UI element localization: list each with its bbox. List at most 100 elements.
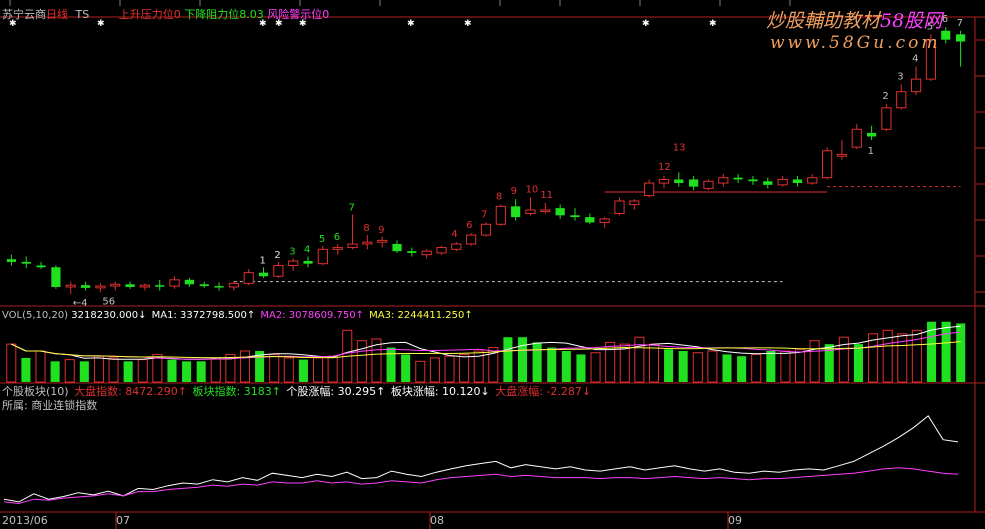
volume-bar-down — [182, 361, 192, 382]
count-label-early: 9 — [378, 225, 384, 236]
sector-gain-line — [3, 467, 959, 505]
count-label-mid: 10 — [525, 184, 538, 195]
volume-bar-down — [79, 361, 89, 382]
volume-bar-up — [692, 352, 703, 383]
vol-ma1: MA1: 3372798.500↑ — [151, 310, 256, 321]
indicator-down-resistance: 下降阻力位8.03 — [184, 8, 264, 21]
candle-body-up — [228, 282, 239, 288]
volume-bar-down — [576, 354, 586, 382]
vol-label[interactable]: VOL(5,10,20) — [2, 310, 68, 321]
volume-bar-down — [941, 321, 951, 382]
volume-bar-down — [503, 337, 513, 382]
candle-body-up — [822, 150, 833, 179]
count-label-mid: 4 — [451, 229, 457, 240]
signal-star: ✱ — [464, 19, 472, 29]
kline-chart-window[interactable]: ✱ ✱ ✱ ✱ ✱ ✱ ✱ ✱ ✱ 1 2 3 4 5 6 7 8 9 4 6 7 8 9 10 11 12 13 1 2 3 4 5 6 7 ←4… — [0, 0, 985, 529]
low-count-label: ←4 — [73, 298, 88, 309]
sector-header: 个股板块(10) 大盘指数: 8472.290↑ 板块指数: 3183↑ 个股涨… — [2, 385, 591, 398]
candle-body-down — [6, 259, 17, 262]
candle-body-down — [955, 34, 966, 42]
count-label-late: 12 — [658, 162, 671, 173]
volume-bar-up — [93, 355, 104, 383]
volume-bar-down — [517, 337, 528, 382]
candle-body-up — [851, 128, 862, 148]
volume-bar-down — [401, 354, 411, 382]
sector-item-sector-gain: 板块涨幅: 10.120↓ — [390, 385, 490, 398]
candle-body-up — [347, 243, 358, 249]
volume-bar-down — [196, 361, 206, 382]
volume-bar-up — [444, 355, 455, 383]
candle-body-up — [95, 285, 106, 289]
signal-star: ✱ — [407, 19, 415, 29]
volume-bar-down — [298, 359, 308, 382]
volume-bar-down — [853, 344, 863, 382]
candle-body-up — [881, 107, 892, 130]
count-label-mid: 7 — [481, 209, 487, 220]
volume-bar-up — [795, 348, 806, 383]
count-label-final: 6 — [942, 14, 948, 25]
sector-item-market-index: 大盘指数: 8472.290↑ — [74, 385, 187, 398]
candle-body-down — [80, 285, 91, 288]
candle-body-up — [599, 218, 610, 223]
candle-body-up — [644, 182, 655, 197]
candle-body-up — [273, 264, 284, 277]
count-label-early: 8 — [363, 223, 369, 234]
count-label-mid: 8 — [496, 192, 502, 203]
candle-body-down — [258, 272, 269, 277]
volume-bar-down — [167, 359, 177, 382]
count-label-final: 7 — [957, 18, 963, 29]
count-label-early: 6 — [334, 232, 340, 243]
volume-bar-up — [269, 353, 280, 383]
candle-body-up — [466, 234, 477, 245]
candle-body-down — [748, 179, 758, 182]
candle-body-up — [525, 209, 536, 215]
volume-bar-up — [210, 357, 221, 383]
ts-label: TS — [75, 8, 90, 21]
volume-bar-up — [313, 357, 324, 383]
candle-body-up — [658, 178, 670, 184]
volume-bar-up — [911, 329, 922, 383]
candle-body-down — [867, 132, 877, 137]
volume-bar-down — [678, 351, 688, 382]
sector-item-market-gain: 大盘涨幅: -2.287↓ — [495, 385, 592, 398]
candle-body-up — [243, 272, 254, 284]
count-label-early: 1 — [260, 255, 266, 266]
candle-body-down — [36, 265, 46, 268]
candle-body-down — [689, 179, 699, 187]
candle-body-down — [303, 260, 313, 264]
vol-ma3: MA3: 2244411.250↑ — [369, 310, 473, 321]
sector-name: 所属: 商业连锁指数 — [2, 399, 98, 412]
period-label[interactable]: 日线 — [46, 8, 68, 21]
count-label-early: 3 — [289, 246, 295, 257]
sector-label[interactable]: 个股板块(10) — [2, 385, 69, 398]
candle-body-up — [377, 239, 388, 243]
count-label-final: 1 — [868, 146, 874, 157]
sector-item-stock-gain: 个股涨幅: 30.295↑ — [286, 385, 386, 398]
stock-name[interactable]: 苏宁云商 — [2, 8, 46, 21]
volume-bar-up — [35, 350, 46, 383]
x-axis-label-1: 07 — [116, 514, 130, 527]
candle-body-down — [51, 267, 61, 287]
volume-bar-up — [780, 350, 791, 383]
candle-body-down — [763, 181, 773, 185]
volume-bar-up — [327, 355, 338, 383]
candle-body-up — [807, 177, 818, 184]
candle-body-down — [511, 206, 521, 218]
candle-body-up — [777, 178, 788, 186]
candle-body-up — [896, 91, 907, 109]
watermark-line1: 炒股輔助教材58股网 — [766, 6, 942, 33]
volume-bar-up — [648, 343, 659, 383]
candle-body-up — [614, 200, 625, 215]
volume-bar-down — [532, 342, 542, 382]
low-count-label: 56 — [102, 296, 115, 307]
candle-body-up — [139, 284, 150, 288]
candle-body-up — [421, 250, 432, 256]
candle-body-up — [451, 243, 462, 250]
volume-bar-down — [737, 356, 747, 382]
volume-bar-up — [283, 357, 294, 383]
candle-body-up — [362, 241, 373, 245]
sector-item-sector-index: 板块指数: 3183↑ — [192, 385, 281, 398]
volume-bar-down — [123, 361, 133, 382]
count-label-final: 4 — [912, 54, 918, 65]
candle-body-down — [184, 279, 194, 285]
